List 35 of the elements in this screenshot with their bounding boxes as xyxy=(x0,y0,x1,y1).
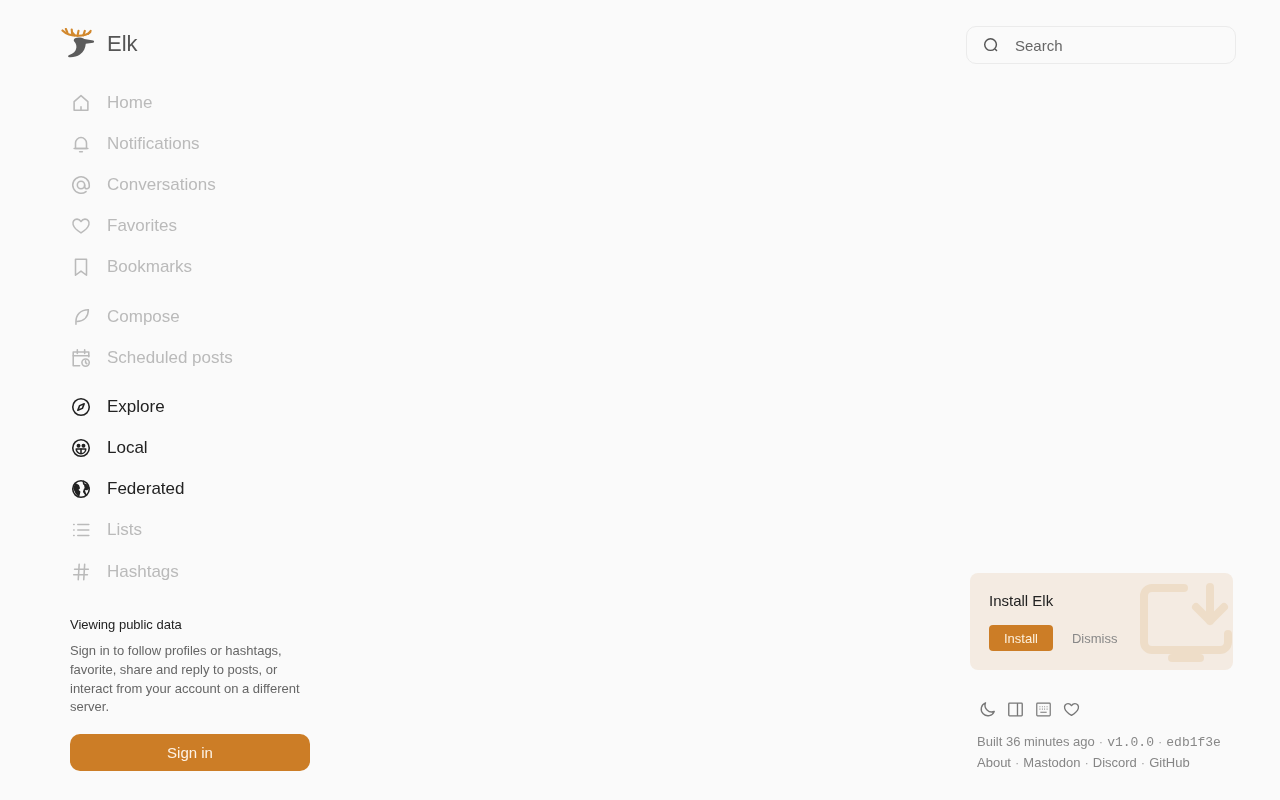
keyboard-icon[interactable] xyxy=(1034,700,1053,719)
separator-dot: · xyxy=(1140,754,1146,772)
build-info: Built 36 minutes ago xyxy=(977,733,1095,751)
search-icon xyxy=(982,36,1000,54)
nav-link[interactable]: Explore xyxy=(60,386,175,428)
search-field[interactable]: Search xyxy=(966,26,1236,64)
footer-link[interactable]: About xyxy=(977,753,1011,773)
footer-link[interactable]: Discord xyxy=(1092,753,1137,773)
separator-dot: · xyxy=(1098,733,1104,751)
panel-description: Sign in to follow profiles or hashtags, favorite, share and reply to posts, or interact from your account on a different server. xyxy=(70,642,301,717)
version-number: v1.0.0 xyxy=(1107,734,1154,752)
separator-dot: · xyxy=(1084,754,1089,772)
sidebar-panel-icon[interactable] xyxy=(1006,700,1025,719)
panel-title: Viewing public data xyxy=(70,616,183,635)
install-button[interactable]: Install xyxy=(989,625,1053,651)
footer-link[interactable]: Mastodon xyxy=(1023,753,1081,773)
sign-in-button[interactable]: Sign in xyxy=(70,734,310,772)
compass-icon xyxy=(70,395,92,418)
card-title: Install Elk xyxy=(989,591,1054,611)
globe-icon xyxy=(70,478,92,501)
app-title: Elk xyxy=(107,31,138,57)
at-sign-icon xyxy=(70,173,92,196)
separator-dot: · xyxy=(1015,754,1020,772)
dismiss-button[interactable]: Dismiss xyxy=(1059,625,1130,651)
separator-dot: · xyxy=(1157,733,1163,751)
footer-link[interactable]: GitHub xyxy=(1149,753,1190,773)
heart-icon[interactable] xyxy=(1062,700,1081,719)
calendar-clock-icon xyxy=(70,346,92,369)
nav-link[interactable]: Local xyxy=(60,427,158,469)
nav-link[interactable]: Federated xyxy=(60,468,195,510)
commit-hash: edb1f3e xyxy=(1166,734,1221,752)
monitor-download-icon xyxy=(1140,583,1232,665)
moon-icon[interactable] xyxy=(978,700,997,719)
grinning-face-icon xyxy=(70,437,92,460)
hash-icon xyxy=(70,560,92,583)
